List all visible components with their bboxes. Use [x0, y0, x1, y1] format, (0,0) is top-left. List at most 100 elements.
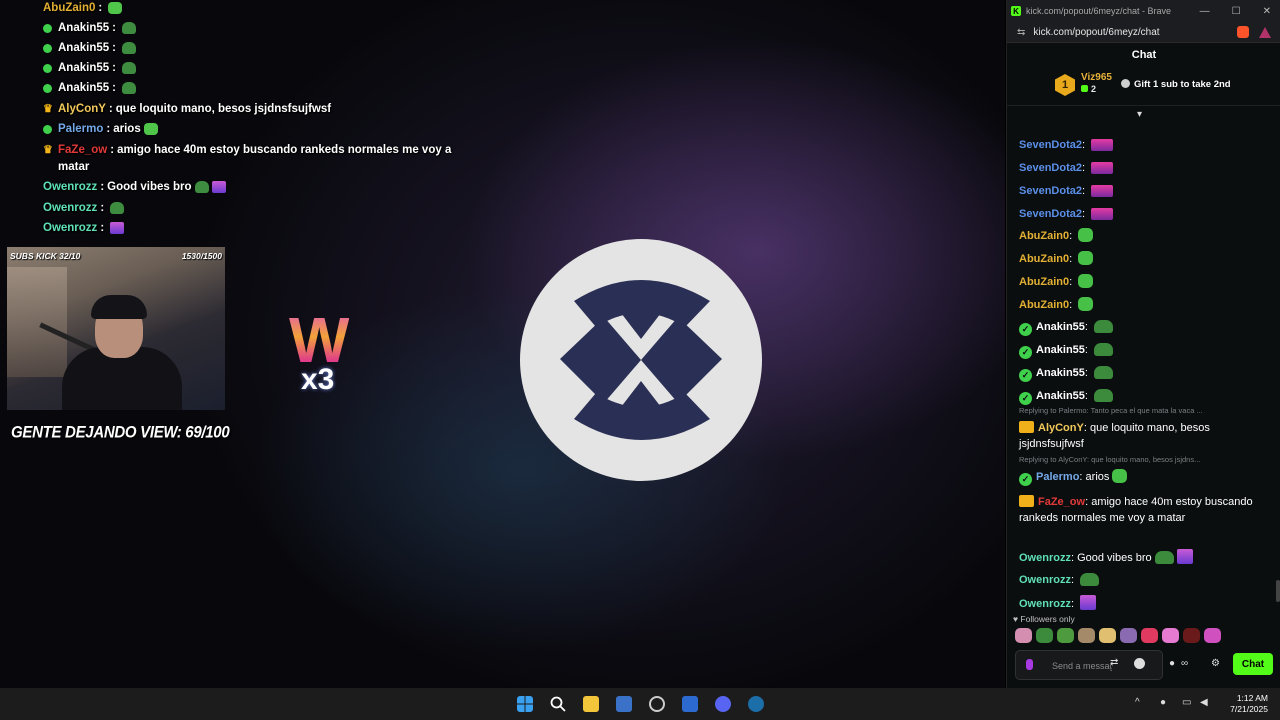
- chat-username[interactable]: Palermo: [1036, 471, 1079, 483]
- chat-username[interactable]: Owenrozz: [1019, 574, 1071, 586]
- emoji-picker-icon[interactable]: [1134, 658, 1145, 669]
- emote-quick-6[interactable]: [1120, 628, 1137, 643]
- chat-username[interactable]: AbuZain0: [1019, 299, 1069, 311]
- maximize-button[interactable]: ☐: [1232, 6, 1241, 17]
- pink-emote-icon[interactable]: [1091, 139, 1114, 151]
- message-input[interactable]: [1050, 654, 1114, 678]
- chat-username[interactable]: SevenDota2: [1019, 185, 1082, 197]
- users-icon[interactable]: ●: [1169, 658, 1175, 669]
- chat-username[interactable]: Anakin55: [1036, 367, 1085, 379]
- green-emote-icon[interactable]: [1078, 228, 1094, 242]
- pepe-emote-icon[interactable]: [1080, 573, 1100, 586]
- overlay-separator: :: [100, 202, 105, 214]
- brave-rewards-icon[interactable]: [1259, 26, 1271, 38]
- chat-scrollbar[interactable]: [1275, 125, 1280, 605]
- overlay-username: Anakin55: [58, 62, 110, 74]
- network-icon[interactable]: ▭: [1182, 697, 1191, 708]
- w-emote-multiplier: x3: [301, 363, 335, 396]
- pepe-emote-icon[interactable]: [1094, 320, 1114, 333]
- tray-chevron-icon[interactable]: ^: [1135, 697, 1140, 708]
- chat-message: Owenrozz:: [1019, 572, 1269, 588]
- pink-emote-icon[interactable]: [1091, 162, 1114, 174]
- gifter-name[interactable]: Viz965: [1081, 72, 1112, 83]
- gear-icon[interactable]: ⚙: [1211, 658, 1220, 669]
- green-emote-icon[interactable]: [1112, 469, 1128, 483]
- verified-badge-icon: [43, 84, 52, 93]
- webcam-subs-label: SUBS KICK 32/10: [10, 251, 81, 261]
- volume-icon[interactable]: ◀: [1200, 697, 1208, 708]
- pepe-emote-icon[interactable]: [1094, 389, 1114, 402]
- emote-quick-7[interactable]: [1141, 628, 1158, 643]
- chat-username[interactable]: SevenDota2: [1019, 162, 1082, 174]
- windows-start-icon[interactable]: [517, 696, 533, 712]
- send-chat-button[interactable]: Chat: [1233, 653, 1273, 675]
- app-icon[interactable]: [682, 696, 698, 712]
- webcam-streamer-cap: [91, 295, 147, 319]
- purple-w-emote-icon[interactable]: [1176, 549, 1193, 564]
- view-goal-text: GENTE DEJANDO VIEW: 69/100: [11, 423, 230, 442]
- pink-emote-icon[interactable]: [1091, 185, 1114, 197]
- discord-icon[interactable]: [715, 696, 731, 712]
- scrollbar-thumb[interactable]: [1276, 580, 1280, 602]
- emote-quick-8[interactable]: [1162, 628, 1179, 643]
- translate-icon[interactable]: ⇄: [1110, 657, 1118, 668]
- emote-quick-9[interactable]: [1183, 628, 1200, 643]
- chat-separator: :: [1081, 185, 1089, 197]
- steam-icon[interactable]: [748, 696, 764, 712]
- chat-username[interactable]: FaZe_ow: [1038, 496, 1085, 508]
- chat-username[interactable]: AlyConY: [1038, 422, 1084, 434]
- reply-context[interactable]: Replying to AlyConY: que loquito mano, b…: [1019, 455, 1269, 464]
- chat-username[interactable]: Owenrozz: [1019, 552, 1071, 564]
- chat-title: Chat: [1131, 49, 1157, 61]
- gift-sub-button[interactable]: Gift 1 sub to take 2nd: [1121, 79, 1231, 90]
- tray-mic-icon[interactable]: ●: [1160, 697, 1166, 708]
- chat-username[interactable]: AbuZain0: [1019, 276, 1069, 288]
- top-gifter-row[interactable]: 1 Viz965 2 Gift 1 sub to take 2nd ▾: [1007, 67, 1280, 120]
- chat-username[interactable]: Owenrozz: [1019, 598, 1071, 610]
- chat-username[interactable]: Anakin55: [1036, 344, 1085, 356]
- address-bar[interactable]: ⇆ kick.com/popout/6meyz/chat: [1007, 22, 1280, 43]
- emote-quick-10[interactable]: [1204, 628, 1221, 643]
- chat-message: SevenDota2:: [1019, 137, 1269, 153]
- chat-username[interactable]: Anakin55: [1036, 390, 1085, 402]
- emote-quick-5[interactable]: [1099, 628, 1116, 643]
- webcam-feed: SUBS KICK 32/10 1530/1500: [7, 247, 225, 410]
- pepe-emote-icon[interactable]: [1154, 551, 1174, 564]
- expand-pinned-icon[interactable]: ▾: [1137, 109, 1142, 120]
- chat-username[interactable]: AbuZain0: [1019, 230, 1069, 242]
- emote-quick-1[interactable]: [1015, 628, 1032, 643]
- chat-username[interactable]: AbuZain0: [1019, 253, 1069, 265]
- store-icon[interactable]: [616, 696, 632, 712]
- chat-username[interactable]: SevenDota2: [1019, 208, 1082, 220]
- reply-context[interactable]: Replying to Palermo: Tanto peca el que m…: [1019, 406, 1269, 415]
- browser-tab-title: kick.com/popout/6meyz/chat - Brave: [1026, 6, 1172, 16]
- green-emote-icon[interactable]: [1078, 251, 1094, 265]
- url-text[interactable]: kick.com/popout/6meyz/chat: [1033, 27, 1159, 38]
- chat-username[interactable]: Anakin55: [1036, 321, 1085, 333]
- emote-quick-3[interactable]: [1057, 628, 1074, 643]
- emote-quick-2[interactable]: [1036, 628, 1053, 643]
- pepe-emote-icon[interactable]: [1094, 366, 1114, 379]
- minimize-button[interactable]: —: [1200, 6, 1210, 17]
- obs-icon[interactable]: [649, 696, 665, 712]
- close-button[interactable]: ✕: [1263, 6, 1271, 17]
- message-box[interactable]: ⇄: [1015, 650, 1163, 680]
- infinity-icon[interactable]: ∞: [1181, 658, 1188, 669]
- followers-only-label: Followers only: [1020, 614, 1075, 624]
- microphone-icon[interactable]: [1026, 659, 1033, 670]
- chat-username[interactable]: SevenDota2: [1019, 139, 1082, 151]
- pink-emote-icon[interactable]: [1091, 208, 1114, 220]
- pepe-emote-icon[interactable]: [1094, 343, 1114, 356]
- brave-shields-icon[interactable]: [1237, 26, 1249, 38]
- pepe-emote-icon: [194, 180, 209, 193]
- overlay-chat-line: AbuZain0:: [43, 0, 443, 17]
- verified-badge-icon: ✓: [1019, 392, 1032, 405]
- emote-quick-4[interactable]: [1078, 628, 1095, 643]
- taskbar-clock[interactable]: 1:12 AM 7/21/2025: [1230, 693, 1268, 715]
- purple-w-emote-icon[interactable]: [1080, 595, 1097, 610]
- file-explorer-icon[interactable]: [583, 696, 599, 712]
- green-emote-icon[interactable]: [1078, 297, 1094, 311]
- site-settings-icon[interactable]: ⇆: [1017, 27, 1025, 38]
- green-emote-icon[interactable]: [1078, 274, 1094, 288]
- search-icon[interactable]: [550, 696, 566, 712]
